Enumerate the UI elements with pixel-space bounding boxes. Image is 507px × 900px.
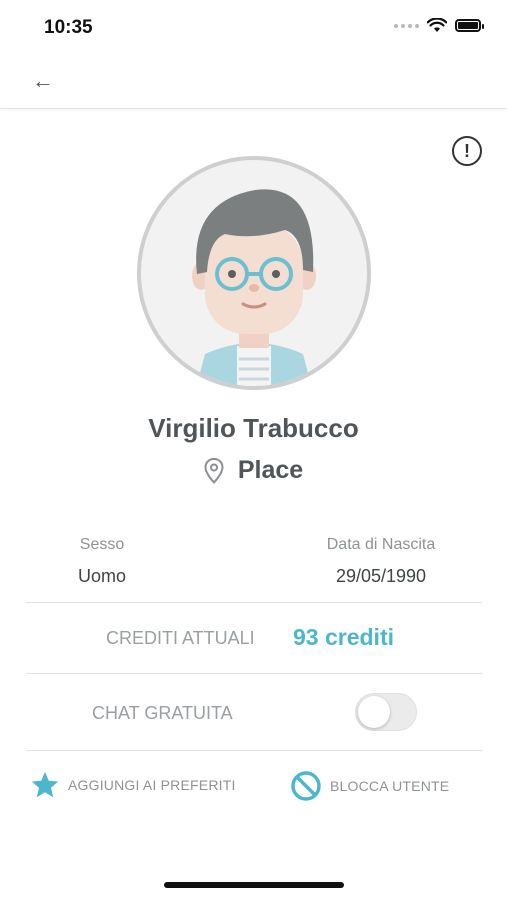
sex-info: Sesso Uomo [2, 536, 202, 587]
status-time: 10:35 [44, 17, 93, 38]
block-user-button[interactable]: BLOCCA UTENTE [290, 770, 449, 802]
location-pin-icon [204, 457, 224, 484]
navigation-bar: ← [0, 56, 507, 109]
signal-icon [394, 23, 419, 28]
free-chat-toggle[interactable] [355, 693, 417, 731]
user-name: Virgilio Trabucco [148, 413, 359, 443]
sex-label: Sesso [79, 536, 125, 553]
exclamation-icon: ! [464, 141, 470, 161]
user-location: Place [0, 456, 507, 485]
birthdate-value: 29/05/1990 [335, 566, 427, 586]
battery-icon [455, 19, 484, 32]
divider [26, 602, 482, 603]
back-button[interactable]: ← [30, 68, 56, 94]
birthdate-info: Data di Nascita 29/05/1990 [281, 536, 481, 587]
add-favorite-button[interactable]: AGGIUNGI AI PREFERITI [30, 770, 236, 800]
block-icon [291, 771, 321, 801]
avatar [137, 156, 371, 390]
status-icons [394, 18, 484, 33]
toggle-knob [358, 696, 390, 728]
credits-label: CREDITI ATTUALI [106, 628, 255, 648]
report-user-button[interactable]: ! [452, 136, 482, 166]
star-icon [31, 771, 59, 798]
birthdate-label: Data di Nascita [326, 536, 436, 553]
divider [26, 673, 482, 674]
add-favorite-label: AGGIUNGI AI PREFERITI [68, 777, 236, 793]
arrow-left-icon: ← [32, 68, 54, 93]
credits-value: 93 crediti [293, 624, 394, 650]
free-chat-label: CHAT GRATUITA [92, 703, 233, 723]
location-label: Place [237, 456, 304, 484]
status-bar: 10:35 [0, 0, 507, 56]
sex-value: Uomo [77, 566, 126, 586]
divider [26, 750, 482, 751]
wifi-icon [427, 18, 447, 32]
block-user-label: BLOCCA UTENTE [330, 778, 450, 794]
home-indicator [164, 882, 344, 888]
